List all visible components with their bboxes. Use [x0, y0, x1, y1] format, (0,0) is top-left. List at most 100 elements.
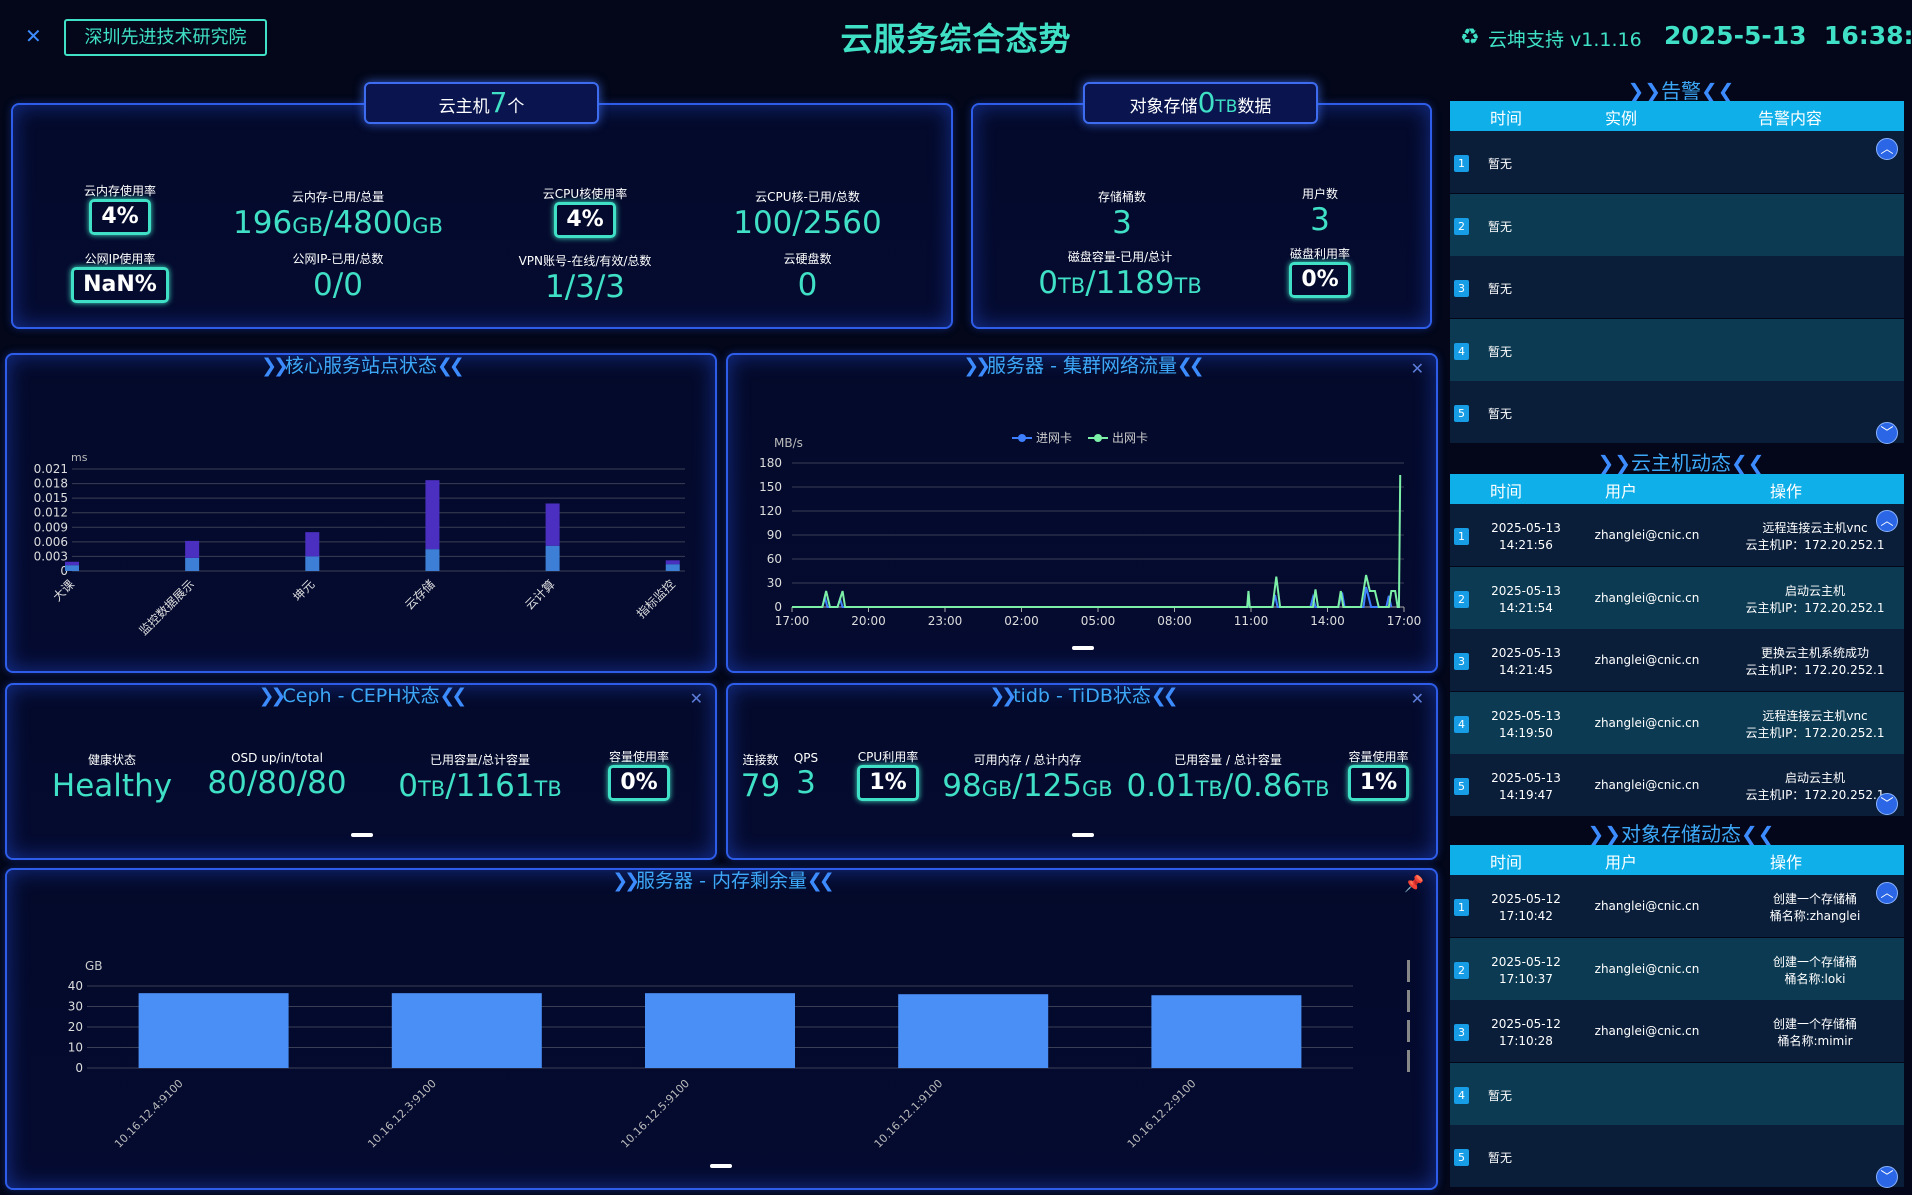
x-tick-label: 17:00 [1387, 614, 1422, 628]
ceph-health-value: Healthy [51, 768, 173, 804]
x-tick-label: 10.16.12.4:9100 [112, 1077, 186, 1151]
chevron-right-icon: ❯❯ [612, 870, 640, 892]
ip-stat: 公网IP-已用/总数 0/0 [228, 250, 448, 303]
pin-icon[interactable]: ✕ [690, 689, 703, 708]
vpn-value: 1/3/3 [544, 269, 626, 305]
obj-event-row[interactable]: 5 暂无 [1450, 1125, 1904, 1188]
col-content: 告警内容 [1758, 109, 1823, 128]
y-axis-unit: ms [71, 451, 88, 464]
obj-event-row[interactable]: 4 暂无 [1450, 1062, 1904, 1125]
storage-title-tab: 对象存储0TB数据 [1083, 82, 1318, 124]
tidb-rate-stat: 容量使用率 1% [1336, 748, 1421, 801]
carousel-indicator[interactable] [1072, 833, 1094, 837]
event-date: 2025-05-13 [1491, 646, 1561, 661]
scrollbar[interactable] [1407, 960, 1410, 1078]
col-user: 用户 [1605, 482, 1638, 501]
x-tick-label: 10.16.12.1:9100 [872, 1077, 946, 1151]
bar [138, 993, 289, 1068]
event-clock: 14:19:50 [1499, 725, 1553, 740]
row-number: 5 [1454, 778, 1469, 796]
event-time: 2025-05-12 17:10:42 [1476, 891, 1576, 925]
scroll-up-icon[interactable]: ︿ [1876, 882, 1898, 904]
tidb-cap-used: 0.01 [1126, 768, 1196, 804]
bucket-value: 3 [1112, 205, 1132, 241]
support-logo-icon: ♻ [1460, 25, 1480, 50]
y-tick-label: 120 [759, 504, 782, 518]
cpu-rate-value: 4% [554, 202, 616, 238]
mem-rate-value: 4% [89, 199, 151, 235]
ip-rate-stat: 公网IP使用率 NaN% [70, 250, 170, 303]
x-tick-label: 云计算 [522, 577, 558, 613]
event-operation: 创建一个存储桶 桶名称:mimir [1720, 1016, 1910, 1050]
scroll-up-icon[interactable]: ︿ [1876, 138, 1898, 160]
x-tick-label: 08:00 [1157, 614, 1192, 628]
mem-total-unit: GB [412, 214, 443, 238]
event-op: 启动云主机 [1784, 771, 1845, 786]
event-date: 2025-05-13 [1491, 521, 1561, 535]
event-op: 创建一个存储桶 [1772, 954, 1857, 969]
ip-label: 公网IP-已用/总数 [292, 252, 384, 266]
event-user: zhanglei@cnic.cn [1594, 961, 1700, 976]
ceph-capacity-label: 已用容量/总计容量 [429, 753, 531, 767]
row-number: 1 [1454, 528, 1469, 545]
sites-panel: ❯❯核心服务站点状态❮❮ ms 0.021 0.018 0.015 0.012 0.009… [5, 353, 717, 673]
cpu-label: 云CPU核-已用/总数 [755, 190, 860, 204]
disk-rate-label: 磁盘利用率 [1289, 247, 1350, 261]
obj-event-row[interactable]: 2 2025-05-12 17:10:37 zhanglei@cnic.cn 创建一个存… [1450, 937, 1904, 1000]
alarm-empty: 暂无 [1488, 219, 1513, 234]
tidb-cpu-value: 1% [857, 765, 919, 801]
event-bucket: 桶名称:zhanglei [1769, 909, 1861, 923]
y-tick-label: 10 [68, 1041, 83, 1055]
alarm-row[interactable]: 1 暂无 [1450, 131, 1904, 193]
event-user: zhanglei@cnic.cn [1594, 715, 1700, 730]
vpn-label: VPN账号-在线/有效/总数 [518, 254, 652, 268]
scroll-down-icon[interactable]: ﹀ [1876, 422, 1898, 444]
network-panel: ❯❯服务器 - 集群网络流量❮❮ ✕ MB/s 180 150 120 90 60 30 0 1… [726, 353, 1438, 673]
event-op: 远程连接云主机vnc [1762, 708, 1868, 723]
carousel-indicator[interactable] [710, 1164, 732, 1168]
obj-event-row[interactable]: 1 2025-05-12 17:10:42 zhanglei@cnic.cn 创建一个存… [1450, 875, 1904, 937]
vm-event-row[interactable]: 2 2025-05-13 14:21:54 zhanglei@cnic.cn 启动云主机… [1450, 566, 1904, 629]
event-user: zhanglei@cnic.cn [1594, 653, 1700, 668]
vm-tab-label: 云主机 [438, 97, 490, 117]
scroll-up-icon[interactable]: ︿ [1876, 510, 1898, 532]
cpu-rate-label: 云CPU核使用率 [542, 187, 628, 201]
event-user: zhanglei@cnic.cn [1594, 590, 1700, 605]
mem-label: 云内存-已用/总量 [291, 190, 385, 204]
user-value: 3 [1310, 202, 1330, 238]
chevron-left-icon: ❮❮ [1741, 822, 1775, 846]
y-tick-label: 0 [75, 1061, 83, 1075]
alarm-empty: 暂无 [1488, 157, 1513, 171]
alarm-row[interactable]: 5 暂无 [1450, 381, 1904, 444]
ip-rate-value: NaN% [71, 267, 169, 303]
y-tick-label: 30 [767, 576, 782, 590]
tidb-title-text: tidb - TiDB状态 [1013, 685, 1151, 707]
event-bucket: 桶名称:loki [1784, 971, 1846, 986]
y-axis-unit: MB/s [774, 436, 803, 450]
event-user: zhanglei@cnic.cn [1594, 1024, 1700, 1039]
carousel-indicator[interactable] [351, 833, 373, 837]
pin-icon[interactable]: ✕ [1411, 689, 1424, 708]
alarm-row[interactable]: 3 暂无 [1450, 256, 1904, 319]
event-date: 2025-05-13 [1491, 708, 1561, 723]
carousel-indicator[interactable] [1072, 646, 1094, 650]
vm-event-row[interactable]: 5 2025-05-13 14:19:47 zhanglei@cnic.cn 启动云主机… [1450, 754, 1904, 817]
alarm-table-header: 时间 实例 告警内容 [1450, 101, 1904, 131]
bar [305, 532, 320, 557]
vm-event-row[interactable]: 1 2025-05-13 14:21:56 zhanglei@cnic.cn 远程连接云… [1450, 504, 1904, 566]
event-user: zhanglei@cnic.cn [1594, 899, 1700, 913]
obj-event-row[interactable]: 3 2025-05-12 17:10:28 zhanglei@cnic.cn 创建一个存… [1450, 1000, 1904, 1063]
vm-event-row[interactable]: 4 2025-05-13 14:19:50 zhanglei@cnic.cn 远程连接云… [1450, 691, 1904, 754]
memory-panel: ❯❯服务器 - 内存剩余量❮❮ 📌 GB 40 30 20 10 0 10.16.12.4:… [5, 868, 1438, 1190]
scroll-down-icon[interactable]: ﹀ [1876, 1166, 1898, 1188]
series-line [792, 586, 1393, 608]
event-ip: 云主机IP：172.20.252.1 [1745, 600, 1885, 615]
bar [545, 545, 560, 571]
event-operation: 更换云主机系统成功 云主机IP：172.20.252.1 [1720, 645, 1910, 679]
scroll-down-icon[interactable]: ﹀ [1876, 793, 1898, 815]
vm-event-row[interactable]: 3 2025-05-13 14:21:45 zhanglei@cnic.cn 更换云主机… [1450, 629, 1904, 692]
tidb-cap-label: 已用容量 / 总计容量 [1174, 753, 1282, 767]
alarm-row[interactable]: 2 暂无 [1450, 193, 1904, 256]
alarm-row[interactable]: 4 暂无 [1450, 318, 1904, 381]
support-label: 云坤支持 v1.1.16 [1488, 29, 1642, 51]
